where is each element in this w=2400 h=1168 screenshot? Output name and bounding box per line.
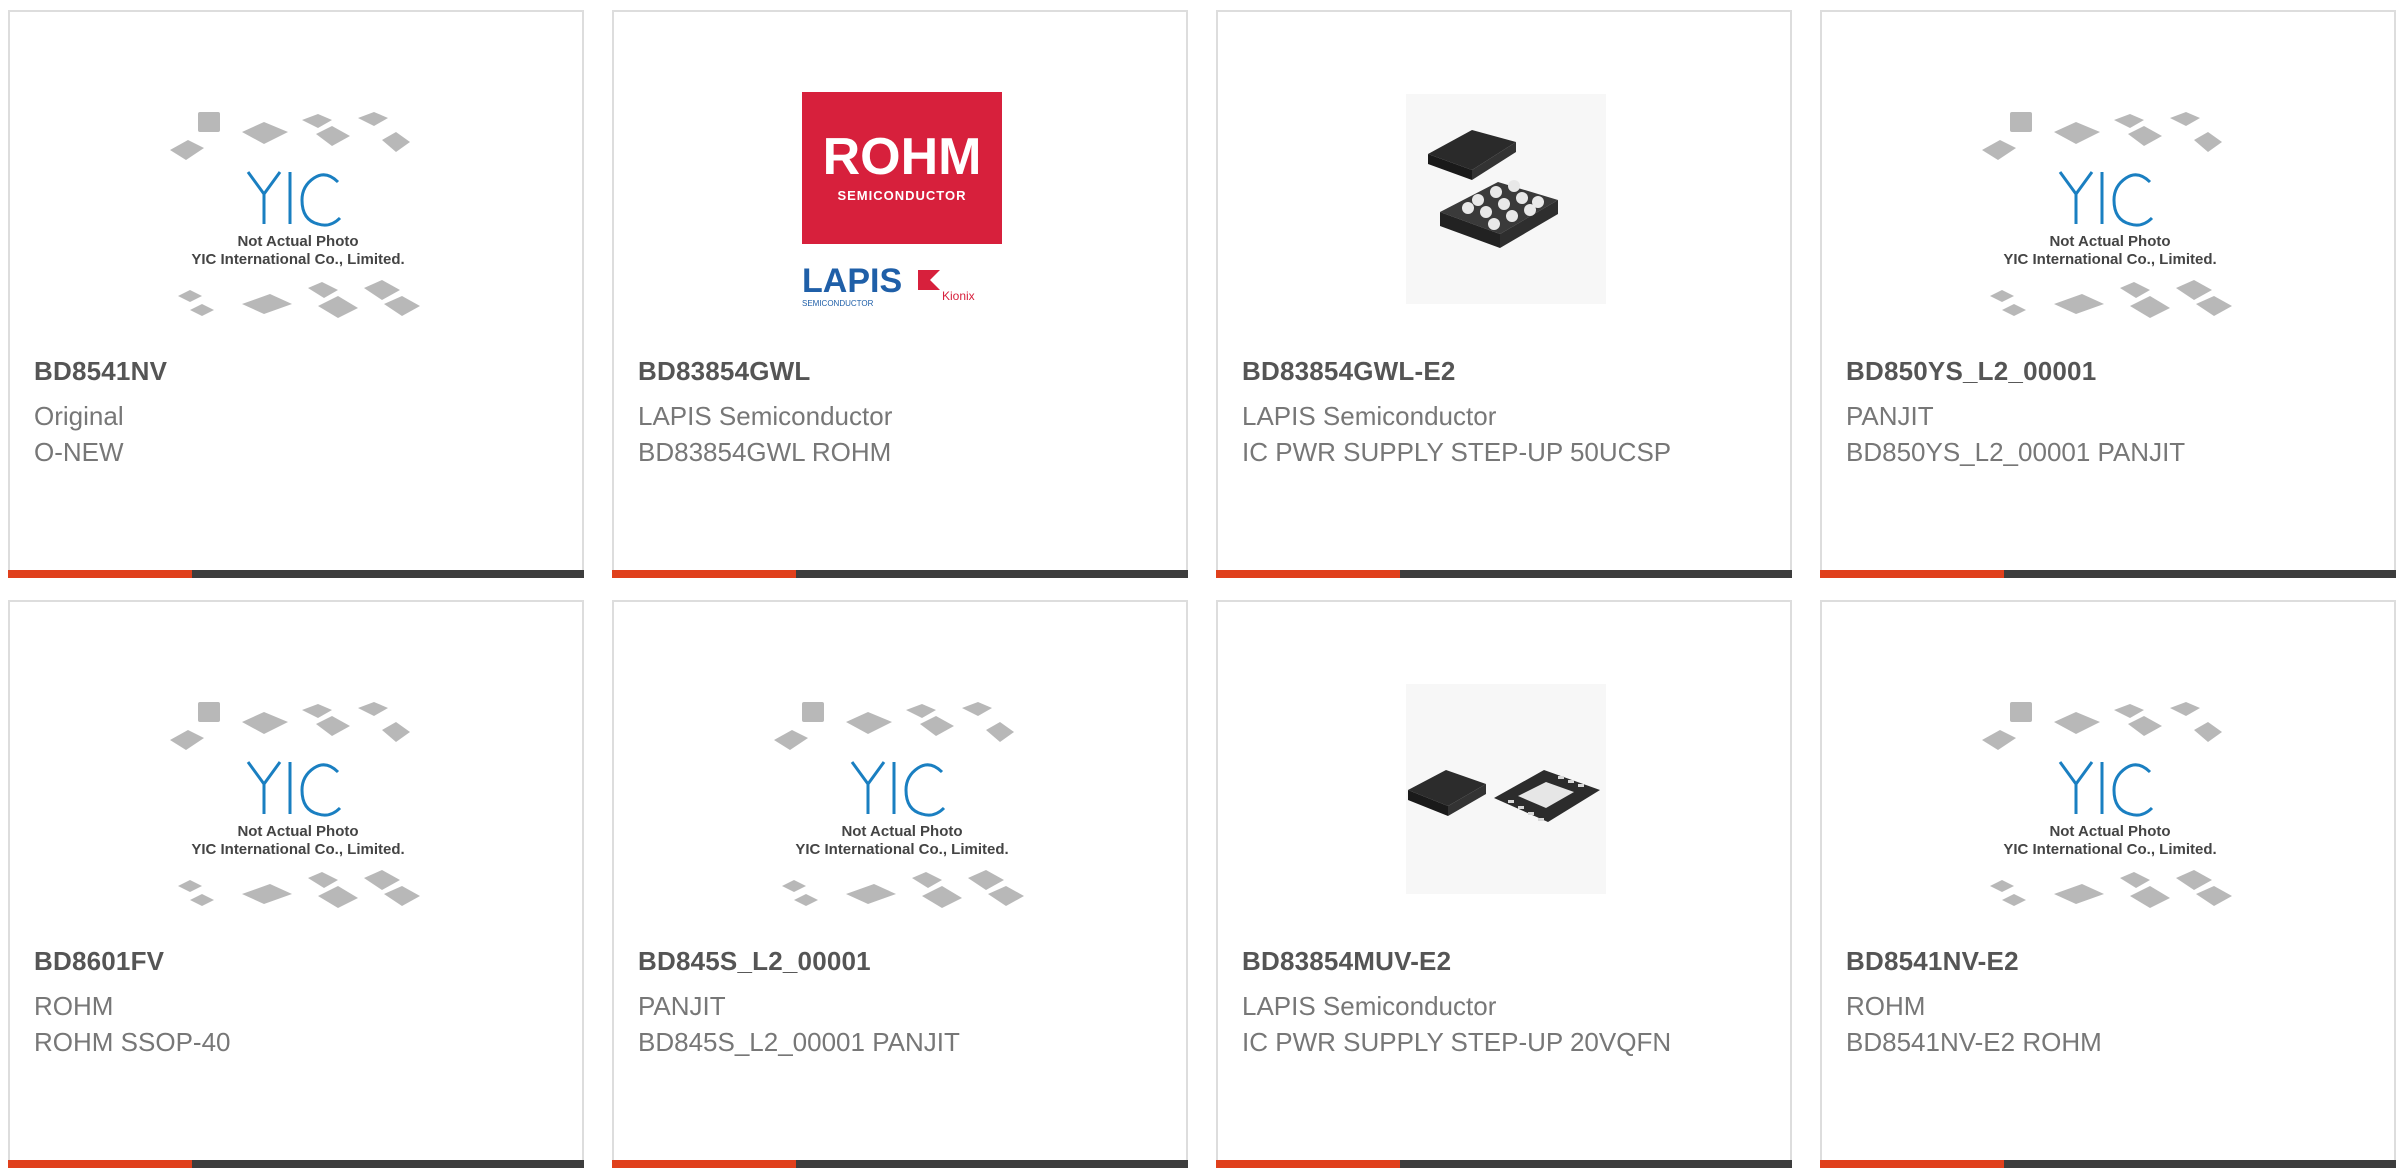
card-bottom-bar bbox=[8, 570, 584, 578]
product-manufacturer: ROHM bbox=[1846, 991, 1926, 1021]
card-accent-bar bbox=[1216, 570, 1400, 578]
placeholder-image: Not Actual Photo YIC International Co., … bbox=[170, 702, 420, 908]
product-image[interactable]: Not Actual Photo YIC International Co., … bbox=[1972, 672, 2248, 934]
product-part-number[interactable]: BD845S_L2_00001 bbox=[638, 946, 871, 977]
product-part-number[interactable]: BD83854GWL-E2 bbox=[1242, 356, 1456, 387]
placeholder-caption-2: YIC International Co., Limited. bbox=[2003, 251, 2216, 268]
product-card[interactable]: Not Actual Photo YIC International Co., … bbox=[612, 600, 1188, 1168]
placeholder-image: Not Actual Photo YIC International Co., … bbox=[774, 702, 1024, 908]
placeholder-caption-1: Not Actual Photo bbox=[841, 823, 962, 840]
product-description: IC PWR SUPPLY STEP-UP 50UCSP bbox=[1242, 437, 1672, 467]
product-image[interactable] bbox=[1368, 82, 1644, 344]
product-image[interactable]: ROHM SEMICONDUCTOR LAPIS SEMICONDUCTOR K… bbox=[764, 82, 1040, 344]
placeholder-caption-2: YIC International Co., Limited. bbox=[795, 841, 1008, 858]
product-part-number[interactable]: BD850YS_L2_00001 bbox=[1846, 356, 2096, 387]
placeholder-caption-2: YIC International Co., Limited. bbox=[191, 251, 404, 268]
product-description: BD83854GWL ROHM bbox=[638, 437, 892, 467]
product-description: ROHM SSOP-40 bbox=[34, 1027, 231, 1057]
product-card[interactable]: ROHM SEMICONDUCTOR LAPIS SEMICONDUCTOR K… bbox=[612, 10, 1188, 578]
product-image[interactable]: Not Actual Photo YIC International Co., … bbox=[764, 672, 1040, 934]
placeholder-caption-2: YIC International Co., Limited. bbox=[191, 841, 404, 858]
product-manufacturer: PANJIT bbox=[1846, 401, 1934, 431]
placeholder-caption-1: Not Actual Photo bbox=[2049, 823, 2170, 840]
product-manufacturer: Original bbox=[34, 401, 124, 431]
svg-text:SEMICONDUCTOR: SEMICONDUCTOR bbox=[802, 299, 874, 308]
product-image[interactable]: Not Actual Photo YIC International Co., … bbox=[160, 672, 436, 934]
product-manufacturer: PANJIT bbox=[638, 991, 726, 1021]
product-card[interactable]: BD83854GWL-E2 LAPIS Semiconductor IC PWR S… bbox=[1216, 10, 1792, 578]
placeholder-image: Not Actual Photo YIC International Co., … bbox=[1982, 702, 2232, 908]
card-accent-bar bbox=[8, 570, 192, 578]
svg-text:ROHM: ROHM bbox=[823, 128, 982, 186]
product-part-number[interactable]: BD83854MUV-E2 bbox=[1242, 946, 1451, 977]
svg-text:SEMICONDUCTOR: SEMICONDUCTOR bbox=[837, 188, 966, 203]
placeholder-caption-1: Not Actual Photo bbox=[237, 823, 358, 840]
placeholder-image: Not Actual Photo YIC International Co., … bbox=[1982, 112, 2232, 318]
card-accent-bar bbox=[1820, 570, 2004, 578]
product-grid: Not Actual Photo YIC International Co., … bbox=[0, 0, 2400, 1168]
svg-text:Kionix: Kionix bbox=[942, 289, 975, 303]
card-bottom-bar bbox=[612, 570, 1188, 578]
card-bottom-bar bbox=[1820, 570, 2396, 578]
product-card[interactable]: Not Actual Photo YIC International Co., … bbox=[1820, 10, 2396, 578]
product-manufacturer: LAPIS Semiconductor bbox=[1242, 401, 1497, 431]
product-part-number[interactable]: BD83854GWL bbox=[638, 356, 811, 387]
product-image[interactable] bbox=[1368, 672, 1644, 934]
product-description: IC PWR SUPPLY STEP-UP 20VQFN bbox=[1242, 1027, 1672, 1057]
placeholder-caption-1: Not Actual Photo bbox=[237, 233, 358, 250]
product-manufacturer: LAPIS Semiconductor bbox=[638, 401, 893, 431]
product-part-number[interactable]: BD8601FV bbox=[34, 946, 164, 977]
product-image[interactable]: Not Actual Photo YIC International Co., … bbox=[160, 82, 436, 344]
product-card[interactable]: BD83854MUV-E2 LAPIS Semiconductor IC PWR S… bbox=[1216, 600, 1792, 1168]
product-description: BD845S_L2_00001 PANJIT bbox=[638, 1027, 960, 1057]
placeholder-caption-2: YIC International Co., Limited. bbox=[2003, 841, 2216, 858]
placeholder-image: Not Actual Photo YIC International Co., … bbox=[170, 112, 420, 318]
qfn-chip-image bbox=[1406, 684, 1606, 894]
product-card[interactable]: Not Actual Photo YIC International Co., … bbox=[8, 10, 584, 578]
card-accent-bar bbox=[612, 570, 796, 578]
product-card[interactable]: Not Actual Photo YIC International Co., … bbox=[8, 600, 584, 1168]
product-card[interactable]: Not Actual Photo YIC International Co., … bbox=[1820, 600, 2396, 1168]
product-description: BD850YS_L2_00001 PANJIT bbox=[1846, 437, 2186, 467]
product-part-number[interactable]: BD8541NV bbox=[34, 356, 167, 387]
bga-chip-image bbox=[1406, 94, 1606, 304]
product-manufacturer: ROHM bbox=[34, 991, 114, 1021]
product-part-number[interactable]: BD8541NV-E2 bbox=[1846, 946, 2019, 977]
placeholder-caption-1: Not Actual Photo bbox=[2049, 233, 2170, 250]
product-description: O-NEW bbox=[34, 437, 124, 467]
rohm-lapis-kionix-logo: ROHM SEMICONDUCTOR LAPIS SEMICONDUCTOR K… bbox=[802, 92, 1002, 308]
card-bottom-bar bbox=[1216, 570, 1792, 578]
product-image[interactable]: Not Actual Photo YIC International Co., … bbox=[1972, 82, 2248, 344]
product-manufacturer: LAPIS Semiconductor bbox=[1242, 991, 1497, 1021]
product-description: BD8541NV-E2 ROHM bbox=[1846, 1027, 2102, 1057]
svg-text:LAPIS: LAPIS bbox=[802, 262, 902, 300]
